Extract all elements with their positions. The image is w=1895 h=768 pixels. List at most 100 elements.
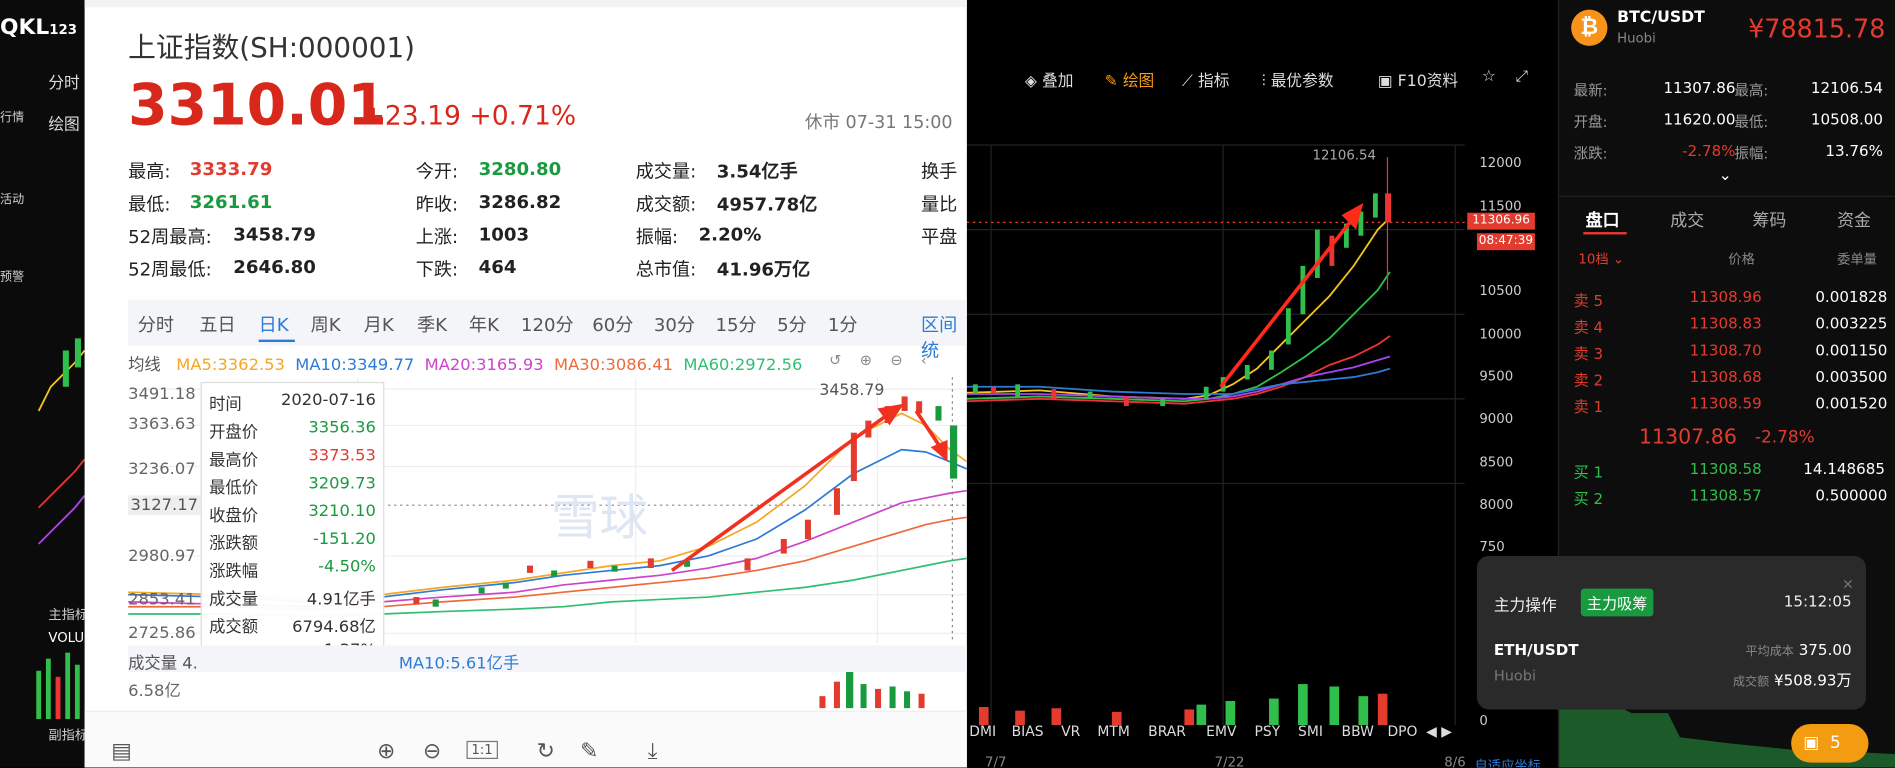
tab-chips[interactable]: 筹码 xyxy=(1752,208,1786,232)
stat-label: 平盘 xyxy=(920,226,958,248)
zoom-out-icon[interactable]: ⊖ xyxy=(890,352,902,369)
sidebar-alert[interactable]: 预警 xyxy=(0,266,24,284)
interval-stats-link[interactable]: 区间统 xyxy=(921,312,967,363)
ask-label: 卖 2 xyxy=(1573,371,1604,390)
chart-line-icon: ⟋ xyxy=(1182,72,1194,91)
stat-label: 振幅: xyxy=(635,226,679,248)
tab-timeshare[interactable]: 分时 xyxy=(138,312,174,337)
tab-yearly-k[interactable]: 年K xyxy=(469,312,499,337)
tab-quarterly-k[interactable]: 季K xyxy=(417,312,447,337)
exchange-name: Huobi xyxy=(1617,30,1656,46)
tab-smi[interactable]: SMI xyxy=(1298,723,1323,740)
tab-monthly-k[interactable]: 月K xyxy=(364,312,394,337)
tab-1min[interactable]: 1分 xyxy=(828,312,858,337)
ma-label: 均线 xyxy=(128,355,161,375)
tab-five-day[interactable]: 五日 xyxy=(199,312,235,337)
tab-scroll-arrows[interactable]: ◀ ▶ xyxy=(1426,723,1452,740)
alert-notification[interactable]: × 主力操作 主力吸筹 15:12:05 ETH/USDT Huobi 平均成本… xyxy=(1476,555,1867,710)
volume-label: VOLU xyxy=(48,629,85,646)
document-icon: ▣ xyxy=(1377,72,1393,91)
overlay-button[interactable]: ◈ 叠加 xyxy=(1025,68,1074,91)
ask-price[interactable]: 11308.70 xyxy=(1690,341,1762,359)
tab-mtm[interactable]: MTM xyxy=(1097,723,1129,740)
fullscreen-icon[interactable]: ⤢ xyxy=(1516,68,1529,86)
tab-trades[interactable]: 成交 xyxy=(1670,208,1704,232)
draw-button[interactable]: ✎ 绘图 xyxy=(1105,68,1155,91)
tab-weekly-k[interactable]: 周K xyxy=(311,312,341,337)
ask-price[interactable]: 11308.68 xyxy=(1690,367,1762,385)
bid-price[interactable]: 11308.57 xyxy=(1690,486,1762,504)
tab-60min[interactable]: 60分 xyxy=(592,312,633,337)
f10-button[interactable]: ▣ F10资料 xyxy=(1378,68,1458,91)
tab-funds[interactable]: 资金 xyxy=(1837,208,1871,232)
tooltip-key: 成交量 xyxy=(209,589,259,610)
stat-label: 52周最低: xyxy=(128,258,212,281)
y-label: 3491.18 xyxy=(128,384,196,404)
tab-120min[interactable]: 120分 xyxy=(521,312,574,337)
undo-icon[interactable]: ↺ xyxy=(829,352,841,369)
mid-price: 11307.86 xyxy=(1638,425,1737,450)
rotate-icon[interactable]: ↻ xyxy=(537,738,555,763)
indicator-tab-bar: DMI BIAS VR MTM BRAR EMV PSY SMI BBW DPO… xyxy=(967,723,1465,742)
ask-amount: 0.003225 xyxy=(1815,314,1888,333)
tab-psy[interactable]: PSY xyxy=(1255,723,1281,740)
vol-ma10: MA10:5.61亿手 xyxy=(398,653,520,674)
depth-select[interactable]: 10档 ⌄ xyxy=(1578,249,1624,268)
tab-minute[interactable]: 分时 xyxy=(48,70,79,93)
tab-draw[interactable]: 绘图 xyxy=(48,111,79,134)
bid-price[interactable]: 11308.58 xyxy=(1690,459,1762,477)
chevron-down-icon[interactable]: ⌄ xyxy=(1719,167,1732,185)
tooltip-key: 成交额 xyxy=(209,617,259,637)
tooltip-key: 最高价 xyxy=(209,450,259,471)
tab-bias[interactable]: BIAS xyxy=(1012,723,1044,740)
pencil-icon[interactable]: ✎ xyxy=(580,738,598,763)
sidebar-activity[interactable]: 活动 xyxy=(0,189,24,206)
tab-vr[interactable]: VR xyxy=(1061,723,1080,740)
stat-label: 成交量: xyxy=(635,160,697,183)
adaptive-axis-toggle[interactable]: 自适应坐标 xyxy=(1474,755,1540,768)
stat-label: 量比 xyxy=(920,193,958,216)
tab-15min[interactable]: 15分 xyxy=(715,312,756,337)
close-icon[interactable]: × xyxy=(1842,575,1854,592)
zoom-in-icon[interactable]: ⊕ xyxy=(377,738,395,763)
ma5-value: MA5:3362.53 xyxy=(176,355,285,375)
tab-emv[interactable]: EMV xyxy=(1206,723,1236,740)
download-icon[interactable]: ⤓ xyxy=(648,738,658,763)
tooltip-key: 涨跌额 xyxy=(209,534,259,554)
zoom-in-icon[interactable]: ⊕ xyxy=(860,352,872,369)
best-params-button[interactable]: ⫶ 最优参数 xyxy=(1262,68,1334,91)
tab-bbw[interactable]: BBW xyxy=(1342,723,1374,740)
tab-30min[interactable]: 30分 xyxy=(654,312,695,337)
tooltip-value: 2020-07-16 xyxy=(281,390,376,410)
tab-daily-k[interactable]: 日K xyxy=(259,312,289,337)
tab-brar[interactable]: BRAR xyxy=(1148,723,1186,740)
tab-dmi[interactable]: DMI xyxy=(969,723,996,740)
sidebar-market[interactable]: 行情 xyxy=(0,106,24,124)
ask-price[interactable]: 11308.96 xyxy=(1690,288,1762,306)
ask-price[interactable]: 11308.59 xyxy=(1690,394,1762,412)
tab-orderbook[interactable]: 盘口 xyxy=(1586,208,1620,232)
x-label: 7/22 xyxy=(1214,754,1245,768)
candle-tooltip: 时间 2020-07-16 开盘价 3356.36 最高价 3373.53 最低… xyxy=(200,381,385,670)
tab-5min[interactable]: 5分 xyxy=(777,312,807,337)
star-icon[interactable]: ☆ xyxy=(1482,68,1496,86)
layout-icon[interactable]: ▤ xyxy=(111,738,132,763)
tab-dpo[interactable]: DPO xyxy=(1387,723,1417,740)
y-label: 2725.86 xyxy=(128,623,196,643)
ask-price[interactable]: 11308.83 xyxy=(1690,314,1762,332)
y-label: 10500 xyxy=(1479,282,1522,299)
chevron-left-icon[interactable]: ‹ xyxy=(921,352,927,369)
tooltip-value: 3356.36 xyxy=(308,418,376,438)
indicator-button[interactable]: ⟋ 指标 xyxy=(1182,68,1229,91)
notif-exchange: Huobi xyxy=(1493,667,1537,685)
left-volume-bars xyxy=(36,652,80,720)
stat-value: 1003 xyxy=(478,223,530,246)
y-label: 3236.07 xyxy=(128,459,196,479)
stat-label: 总市值: xyxy=(635,258,697,281)
stat-value: 11307.86 xyxy=(1663,78,1736,97)
chat-button[interactable]: ▣ 5 xyxy=(1791,723,1869,763)
market-status: 休市 07-31 15:00 xyxy=(804,113,953,133)
stat-value: 12106.54 xyxy=(1810,78,1883,97)
actual-size-icon[interactable]: 1:1 xyxy=(466,740,498,760)
zoom-out-icon[interactable]: ⊖ xyxy=(423,738,441,763)
